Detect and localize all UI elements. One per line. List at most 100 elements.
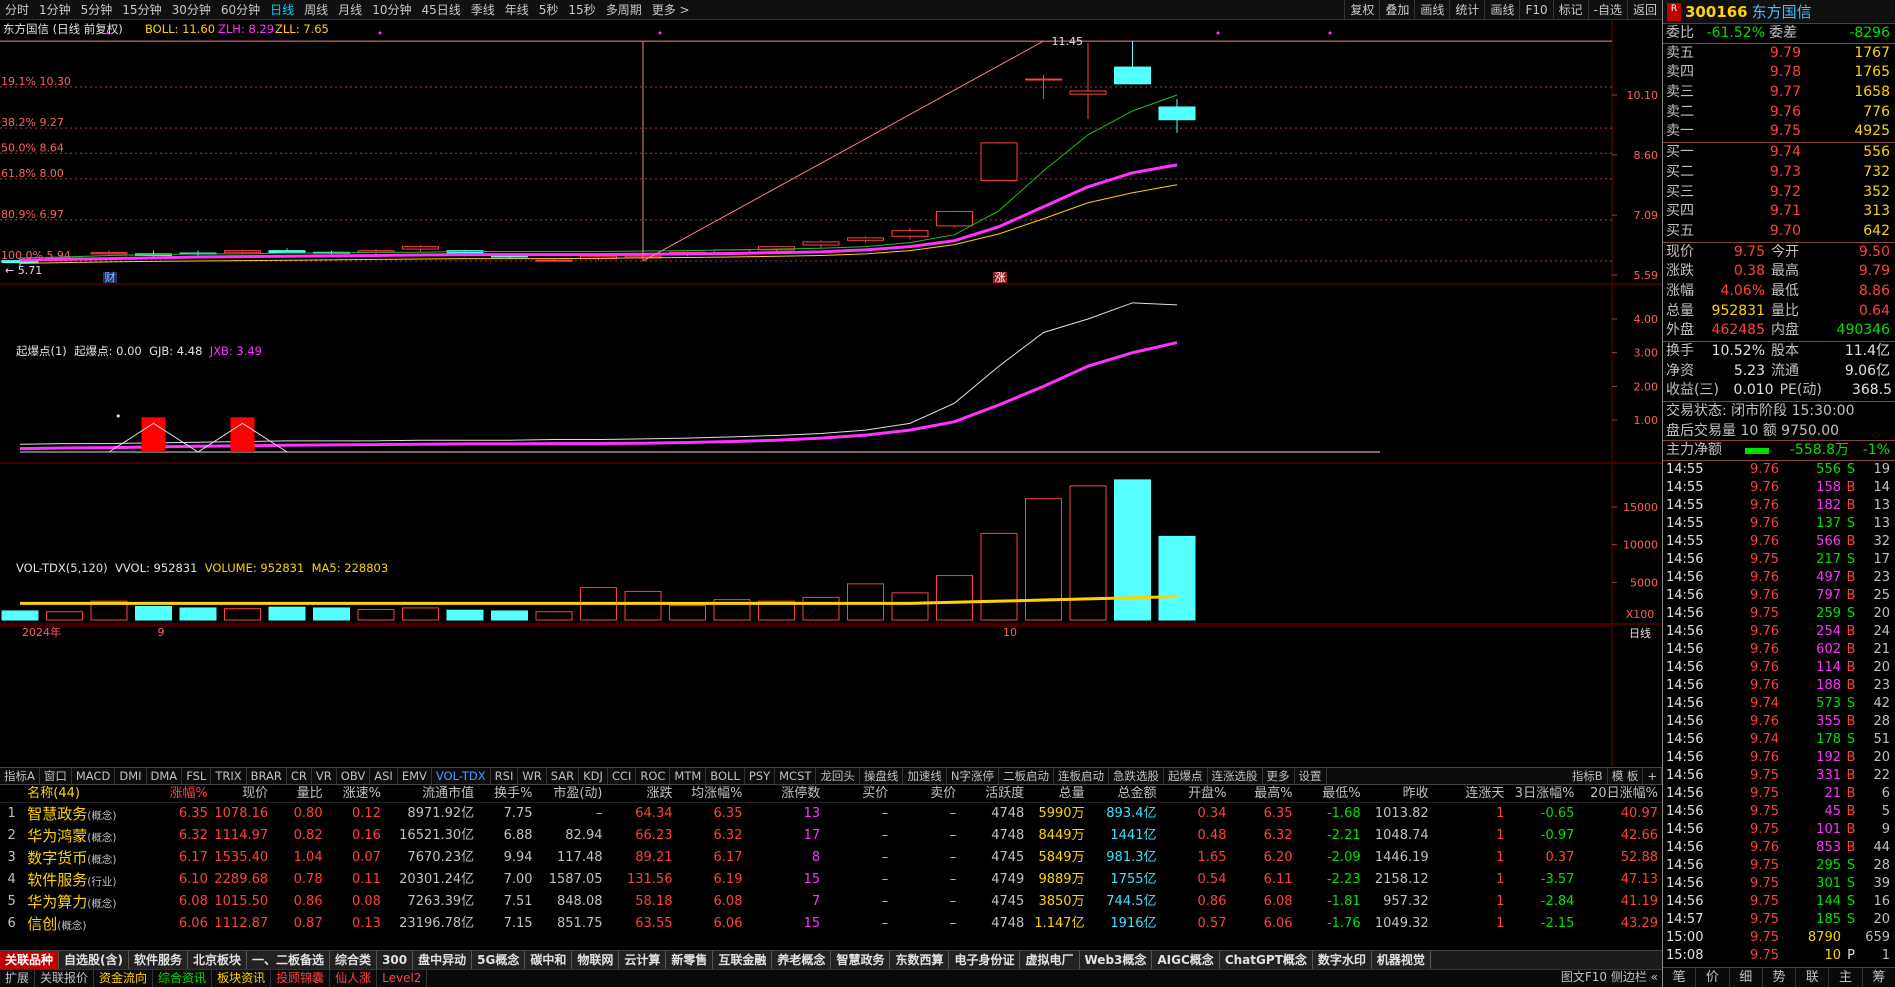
col-header-5[interactable]: 涨速% xyxy=(327,785,385,802)
col-header-7[interactable]: 换手% xyxy=(478,785,536,802)
quote-tab-2[interactable]: 细 xyxy=(1730,968,1763,987)
block-tab-14[interactable]: 养老概念 xyxy=(772,951,832,969)
status-right[interactable]: 图文F10 侧边栏 « xyxy=(1540,969,1662,987)
col-header-4[interactable]: 量比 xyxy=(272,785,326,802)
block-tab-22[interactable]: 数字水印 xyxy=(1312,951,1372,969)
col-header-23[interactable]: 20日涨幅% xyxy=(1578,785,1662,802)
indicator-tab-11[interactable]: ASI xyxy=(370,768,398,784)
status-item-0[interactable]: 扩展 xyxy=(0,970,36,987)
period-tab-4[interactable]: 30分钟 xyxy=(167,0,216,19)
block-tab-16[interactable]: 东数西算 xyxy=(890,951,950,969)
indicator-tab-4[interactable]: DMA xyxy=(147,768,183,784)
tool-button-6[interactable]: 标记 xyxy=(1552,0,1588,19)
block-tab-7[interactable]: 盘中异动 xyxy=(413,951,473,969)
row-name[interactable]: 软件服务(行业) xyxy=(27,869,144,891)
block-tab-0[interactable]: 关联品种 xyxy=(0,951,60,969)
indicator-tab-26[interactable]: 加速线 xyxy=(903,768,947,784)
block-tab-13[interactable]: 互联金融 xyxy=(713,951,773,969)
col-header-12[interactable]: 买价 xyxy=(824,785,892,802)
row-name[interactable]: 华为算力(概念) xyxy=(27,891,144,913)
row-name[interactable]: 信创(概念) xyxy=(27,913,144,935)
indicator-tab-15[interactable]: WR xyxy=(518,768,547,784)
block-tab-18[interactable]: 虚拟电厂 xyxy=(1020,951,1080,969)
indicator-tab-13[interactable]: VOL-TDX xyxy=(432,768,491,784)
indicator-tab-22[interactable]: PSY xyxy=(745,768,776,784)
indicator-tab-18[interactable]: CCI xyxy=(608,768,637,784)
col-header-0[interactable] xyxy=(0,785,27,802)
indicator-tab-30[interactable]: 急跌选股 xyxy=(1109,768,1165,784)
quote-tab-4[interactable]: 联 xyxy=(1796,968,1830,987)
period-tab-9[interactable]: 10分钟 xyxy=(367,0,416,19)
block-tab-9[interactable]: 碳中和 xyxy=(525,951,573,969)
col-header-10[interactable]: 均涨幅% xyxy=(676,785,746,802)
col-header-13[interactable]: 卖价 xyxy=(892,785,960,802)
block-tab-2[interactable]: 软件服务 xyxy=(129,951,189,969)
row-name[interactable]: 华为鸿蒙(概念) xyxy=(27,825,144,847)
quote-tab-3[interactable]: 势 xyxy=(1763,968,1797,987)
block-tab-20[interactable]: AIGC概念 xyxy=(1152,951,1220,969)
col-header-2[interactable]: 涨幅% xyxy=(144,785,212,802)
col-header-19[interactable]: 最低% xyxy=(1297,785,1365,802)
status-item-3[interactable]: 综合资讯 xyxy=(153,970,213,987)
tool-button-1[interactable]: 叠加 xyxy=(1379,0,1414,19)
period-tab-5[interactable]: 60分钟 xyxy=(216,0,265,19)
indicator-tab-33[interactable]: 更多 xyxy=(1263,768,1295,784)
col-header-3[interactable]: 现价 xyxy=(212,785,272,802)
block-tab-3[interactable]: 北京板块 xyxy=(188,951,248,969)
indicator-tab-8[interactable]: CR xyxy=(287,768,312,784)
period-tab-13[interactable]: 5秒 xyxy=(534,0,564,19)
block-tab-4[interactable]: 一、二板备选 xyxy=(247,951,331,969)
col-header-21[interactable]: 连涨天 xyxy=(1433,785,1509,802)
table-row[interactable]: 4 软件服务(行业) 6.10 2289.68 0.78 0.11 20301.24亿 7.0… xyxy=(0,869,1662,891)
tool-button-2[interactable]: 画线 xyxy=(1414,0,1449,19)
period-tab-10[interactable]: 45日线 xyxy=(416,0,465,19)
block-tab-19[interactable]: Web3概念 xyxy=(1079,951,1153,969)
tool-button-5[interactable]: F10 xyxy=(1519,0,1552,19)
period-tab-1[interactable]: 1分钟 xyxy=(34,0,76,19)
indicator-tab-17[interactable]: KDJ xyxy=(579,768,608,784)
indicator-right-tab-2[interactable]: + xyxy=(1643,768,1662,784)
table-row[interactable]: 6 信创(概念) 6.06 1112.87 0.87 0.13 23196.78亿 7.15 8… xyxy=(0,913,1662,935)
block-tab-6[interactable]: 300 xyxy=(377,951,414,969)
indicator-tab-7[interactable]: BRAR xyxy=(247,768,287,784)
indicator-tab-5[interactable]: FSL xyxy=(182,768,212,784)
period-tab-12[interactable]: 年线 xyxy=(500,0,534,19)
status-item-6[interactable]: 仙人涨 xyxy=(330,970,378,987)
quote-tab-5[interactable]: 主 xyxy=(1829,968,1863,987)
indicator-tab-0[interactable]: 指标A xyxy=(0,768,40,784)
period-tab-8[interactable]: 月线 xyxy=(333,0,367,19)
col-header-18[interactable]: 最高% xyxy=(1230,785,1296,802)
block-tab-15[interactable]: 智慧政务 xyxy=(831,951,891,969)
status-item-4[interactable]: 板块资讯 xyxy=(212,970,272,987)
table-row[interactable]: 5 华为算力(概念) 6.08 1015.50 0.86 0.08 7263.39亿 7.51… xyxy=(0,891,1662,913)
indicator-tab-2[interactable]: MACD xyxy=(72,768,116,784)
col-header-11[interactable]: 涨停数 xyxy=(746,785,824,802)
period-tab-3[interactable]: 15分钟 xyxy=(117,0,166,19)
block-tab-5[interactable]: 综合类 xyxy=(330,951,378,969)
block-tab-12[interactable]: 新零售 xyxy=(666,951,714,969)
block-tab-11[interactable]: 云计算 xyxy=(619,951,667,969)
tool-button-8[interactable]: 返回 xyxy=(1626,0,1662,19)
indicator-tab-32[interactable]: 连涨选股 xyxy=(1208,768,1263,784)
col-header-20[interactable]: 昨收 xyxy=(1365,785,1433,802)
row-name[interactable]: 智慧政务(概念) xyxy=(27,803,144,825)
indicator-tab-10[interactable]: OBV xyxy=(337,768,371,784)
block-tab-23[interactable]: 机器视觉 xyxy=(1371,951,1431,969)
row-name[interactable]: 数字货币(概念) xyxy=(27,847,144,869)
indicator-tab-9[interactable]: VR xyxy=(312,768,337,784)
col-header-1[interactable]: 名称(44) xyxy=(27,785,144,802)
indicator-tab-12[interactable]: EMV xyxy=(398,768,432,784)
indicator-tab-27[interactable]: N字涨停 xyxy=(947,768,1000,784)
block-tab-1[interactable]: 自选股(含) xyxy=(59,951,129,969)
indicator-tab-31[interactable]: 起爆点 xyxy=(1164,768,1208,784)
indicator-tab-3[interactable]: DMI xyxy=(115,768,147,784)
period-tab-15[interactable]: 多周期 xyxy=(601,0,647,19)
indicator-tab-23[interactable]: MCST xyxy=(775,768,817,784)
period-tab-16[interactable]: 更多 > xyxy=(647,0,695,19)
indicator-tab-28[interactable]: 二板启动 xyxy=(999,768,1055,784)
block-tab-21[interactable]: ChatGPT概念 xyxy=(1219,951,1313,969)
col-header-6[interactable]: 流通市值 xyxy=(385,785,478,802)
table-row[interactable]: 1 智慧政务(概念) 6.35 1078.16 0.80 0.12 8971.92亿 7.75… xyxy=(0,803,1662,825)
block-tab-17[interactable]: 电子身份证 xyxy=(949,951,1021,969)
indicator-tab-29[interactable]: 连板启动 xyxy=(1054,768,1110,784)
